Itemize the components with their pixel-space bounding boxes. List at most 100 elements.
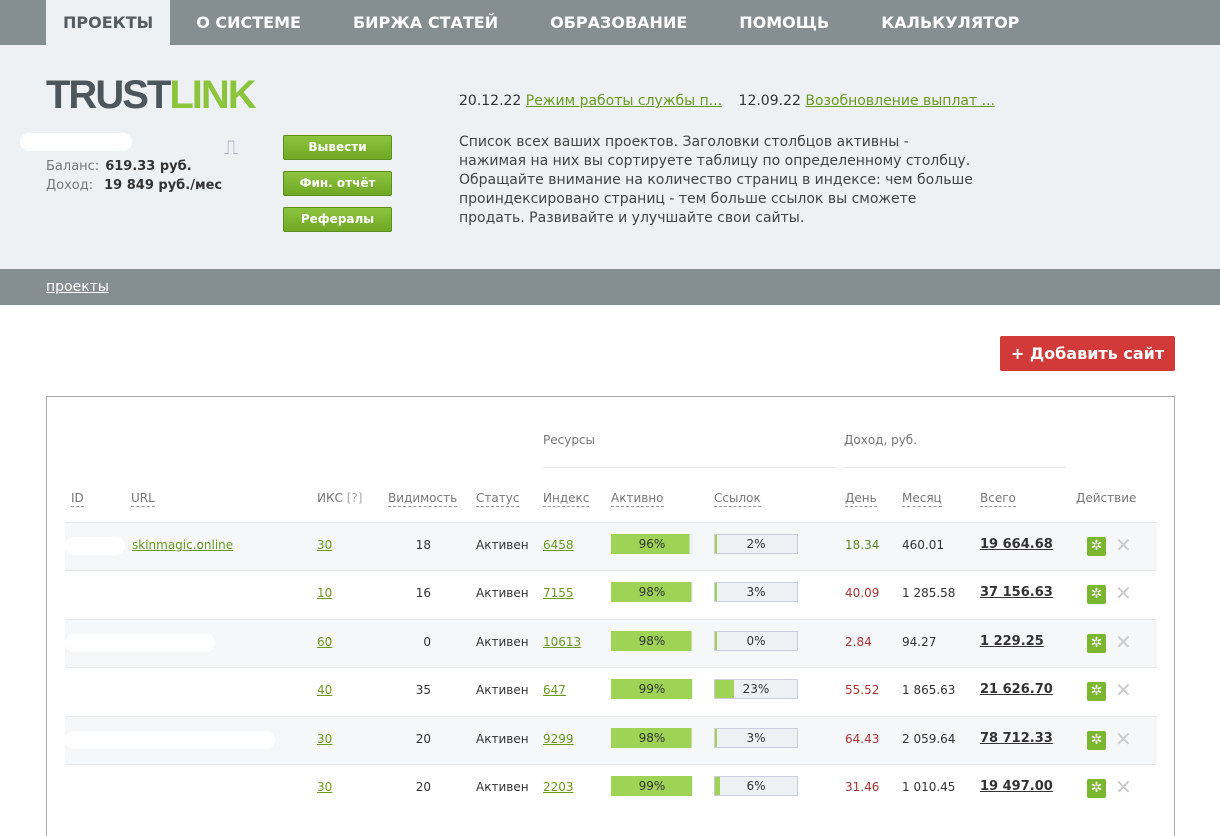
- header-url[interactable]: URL: [131, 491, 155, 507]
- month-income: 460.01: [902, 538, 944, 552]
- settings-gear-icon[interactable]: ✲: [1087, 585, 1106, 605]
- total-income-link[interactable]: 19 664.68: [980, 537, 1053, 552]
- breadcrumb-projects[interactable]: проекты: [46, 279, 109, 295]
- header-day[interactable]: День: [845, 491, 877, 507]
- header-id[interactable]: ID: [71, 491, 84, 507]
- username-redacted: [20, 133, 132, 151]
- index-link[interactable]: 6458: [543, 538, 574, 552]
- iks-link[interactable]: 30: [317, 538, 332, 552]
- nav-tab-help[interactable]: ПОМОЩЬ: [713, 0, 855, 45]
- delete-close-icon[interactable]: ✕: [1115, 630, 1132, 654]
- nav-tab-projects[interactable]: ПРОЕКТЫ: [46, 0, 171, 45]
- index-link[interactable]: 7155: [543, 586, 574, 600]
- iks-link[interactable]: 10: [317, 586, 332, 600]
- delete-close-icon[interactable]: ✕: [1115, 775, 1132, 799]
- active-label: 98%: [638, 633, 666, 648]
- active-progress: 96%: [611, 534, 693, 554]
- iks-link[interactable]: 30: [317, 732, 332, 746]
- table-row: 60 0 Активен 10613 98% 0% 2.84 94.27 1 2…: [65, 618, 1157, 667]
- nav-tab-calculator[interactable]: КАЛЬКУЛЯТОР: [855, 0, 1045, 45]
- breadcrumb: проекты: [0, 269, 1220, 305]
- top-nav: ПРОЕКТЫ О СИСТЕМЕ БИРЖА СТАТЕЙ ОБРАЗОВАН…: [0, 0, 1220, 45]
- settings-gear-icon[interactable]: ✲: [1087, 779, 1106, 798]
- logout-icon[interactable]: ⎍: [224, 135, 238, 159]
- header-status[interactable]: Статус: [476, 491, 520, 507]
- news-date: 20.12.22: [459, 93, 522, 109]
- index-link[interactable]: 10613: [543, 635, 581, 649]
- id-redacted: [65, 730, 275, 749]
- nav-tab-education[interactable]: ОБРАЗОВАНИЕ: [524, 0, 713, 45]
- links-progress: 0%: [714, 630, 798, 651]
- iks-link[interactable]: 30: [317, 780, 332, 794]
- links-label: 6%: [746, 779, 766, 793]
- table-row: 30 20 Активен 9299 98% 3% 64.43 2 059.64…: [65, 715, 1157, 764]
- financial-report-button[interactable]: Фин. отчёт: [283, 171, 392, 196]
- total-income-link[interactable]: 37 156.63: [980, 585, 1053, 600]
- logo-part: TRUST: [46, 73, 171, 117]
- links-progress: 2%: [714, 534, 798, 554]
- links-fill: [715, 777, 720, 795]
- active-label: 96%: [638, 537, 666, 551]
- links-label: 3%: [746, 730, 766, 745]
- nav-tab-about[interactable]: О СИСТЕМЕ: [170, 0, 327, 45]
- total-income-link[interactable]: 78 712.33: [980, 731, 1053, 746]
- visibility-value: 16: [415, 586, 431, 601]
- delete-close-icon[interactable]: ✕: [1115, 727, 1132, 751]
- iks-link[interactable]: 60: [317, 635, 332, 649]
- total-income-link[interactable]: 19 497.00: [980, 779, 1053, 794]
- header-visibility[interactable]: Видимость: [388, 491, 458, 507]
- news-link[interactable]: Возобновление выплат ...: [805, 93, 995, 109]
- links-fill: [715, 583, 718, 602]
- delete-close-icon[interactable]: ✕: [1115, 581, 1132, 605]
- header-links[interactable]: Ссылок: [714, 491, 761, 507]
- add-site-button[interactable]: + Добавить сайт: [1000, 336, 1175, 371]
- withdraw-button[interactable]: Вывести: [283, 135, 392, 160]
- nav-tab-articles[interactable]: БИРЖА СТАТЕЙ: [327, 0, 524, 45]
- header-iks[interactable]: ИКС [?]: [317, 491, 362, 506]
- delete-close-icon[interactable]: ✕: [1115, 533, 1132, 557]
- links-fill: [715, 631, 717, 650]
- news-link[interactable]: Режим работы службы п...: [526, 93, 722, 109]
- index-link[interactable]: 647: [543, 683, 566, 697]
- links-fill: [715, 535, 717, 553]
- logo[interactable]: TRUSTLINK: [46, 73, 257, 118]
- iks-help-link[interactable]: [?]: [347, 491, 363, 505]
- header-month[interactable]: Месяц: [902, 491, 942, 507]
- links-label: 3%: [746, 585, 766, 600]
- header-index[interactable]: Индекс: [543, 491, 590, 507]
- header-total[interactable]: Всего: [980, 491, 1016, 507]
- iks-link[interactable]: 40: [317, 683, 332, 697]
- day-income: 40.09: [845, 586, 880, 601]
- settings-gear-icon[interactable]: ✲: [1087, 730, 1106, 750]
- total-income-link[interactable]: 1 229.25: [980, 634, 1044, 649]
- settings-gear-icon[interactable]: ✲: [1087, 537, 1106, 556]
- balance-value: 619.33 руб.: [105, 159, 192, 174]
- delete-close-icon[interactable]: ✕: [1115, 678, 1132, 702]
- settings-gear-icon[interactable]: ✲: [1087, 633, 1106, 653]
- header: TRUSTLINK ⎍ Баланс: 619.33 руб. Доход: 19 …: [0, 45, 1220, 269]
- index-link[interactable]: 2203: [543, 780, 574, 794]
- active-progress: 98%: [611, 630, 693, 651]
- month-income: 1 010.45: [902, 780, 956, 794]
- header-active[interactable]: Активно: [611, 491, 664, 507]
- site-url-link[interactable]: skinmagic.online: [132, 538, 233, 552]
- table-row: skinmagic.online 30 18 Активен 6458 96% …: [65, 522, 1157, 570]
- links-progress: 3%: [714, 727, 798, 748]
- active-label: 98%: [638, 730, 666, 745]
- total-income-link[interactable]: 21 626.70: [980, 682, 1053, 697]
- group-resources: Ресурсы: [543, 433, 835, 468]
- index-link[interactable]: 9299: [543, 732, 574, 746]
- table-row: 10 16 Активен 7155 98% 3% 40.09 1 285.58…: [65, 570, 1157, 618]
- active-label: 98%: [638, 585, 666, 600]
- month-income: 2 059.64: [902, 731, 956, 746]
- referrals-button[interactable]: Рефералы: [283, 207, 392, 232]
- balance-label: Баланс:: [46, 159, 100, 174]
- links-label: 0%: [746, 633, 766, 648]
- income-label: Доход:: [46, 178, 94, 193]
- visibility-value: 20: [415, 780, 431, 794]
- group-income: Доход, руб.: [844, 433, 1066, 468]
- visibility-value: 18: [415, 538, 431, 552]
- settings-gear-icon[interactable]: ✲: [1087, 682, 1106, 702]
- status-value: Активен: [476, 586, 529, 601]
- status-value: Активен: [476, 634, 529, 649]
